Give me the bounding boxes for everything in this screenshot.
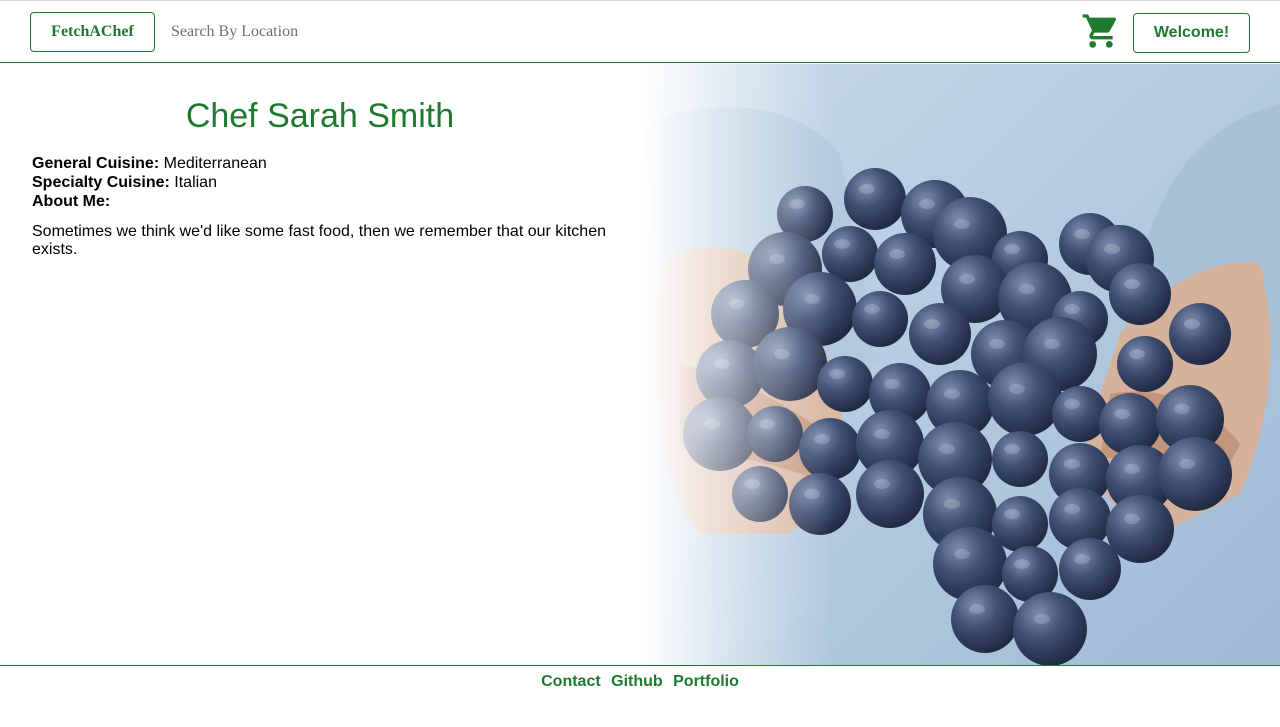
contact-link[interactable]: Contact [541,673,601,690]
general-cuisine-row: General Cuisine: Mediterranean [32,154,608,173]
navbar: FetchAChef Welcome! [0,1,1280,63]
github-link[interactable]: Github [611,673,663,690]
shopping-cart-icon[interactable] [1081,11,1121,51]
brand-button[interactable]: FetchAChef [30,12,155,52]
about-text: Sometimes we think we'd like some fast f… [32,223,606,258]
welcome-button[interactable]: Welcome! [1133,13,1250,53]
specialty-cuisine-label: Specialty Cuisine: [32,174,170,191]
chef-profile: Chef Sarah Smith General Cuisine: Medite… [32,64,608,275]
specialty-cuisine-value: Italian [174,174,217,191]
portfolio-link[interactable]: Portfolio [673,673,739,690]
footer: Contact Github Portfolio [0,665,1280,727]
main-content: Chef Sarah Smith General Cuisine: Medite… [0,64,1280,665]
search-location-input[interactable] [164,17,484,47]
chef-name-heading: Chef Sarah Smith [185,97,455,135]
chef-info: General Cuisine: Mediterranean Specialty… [32,154,608,211]
grapes-illustration [640,64,1280,665]
footer-links: Contact Github Portfolio [0,673,1280,691]
general-cuisine-label: General Cuisine: [32,155,160,172]
about-row: About Me: [32,192,608,211]
general-cuisine-value: Mediterranean [163,155,267,172]
about-label: About Me: [32,193,111,210]
grapes-photo [640,64,1280,665]
specialty-cuisine-row: Specialty Cuisine: Italian [32,173,608,192]
